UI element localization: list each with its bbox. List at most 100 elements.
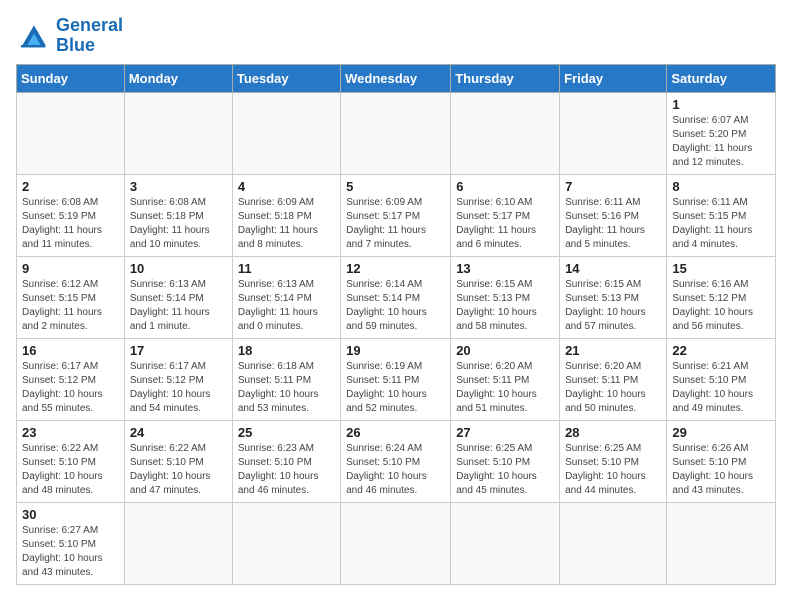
day-info: Sunrise: 6:10 AM Sunset: 5:17 PM Dayligh…	[456, 196, 554, 252]
day-info: Sunrise: 6:13 AM Sunset: 5:14 PM Dayligh…	[130, 278, 227, 334]
logo-blue: Blue	[56, 35, 95, 55]
day-info: Sunrise: 6:23 AM Sunset: 5:10 PM Dayligh…	[238, 442, 335, 498]
calendar-cell: 16 Sunrise: 6:17 AM Sunset: 5:12 PM Dayli…	[17, 338, 125, 420]
calendar-week-4: 16 Sunrise: 6:17 AM Sunset: 5:12 PM Dayli…	[17, 338, 776, 420]
day-info: Sunrise: 6:08 AM Sunset: 5:19 PM Dayligh…	[22, 196, 119, 252]
calendar-cell: 22 Sunrise: 6:21 AM Sunset: 5:10 PM Dayli…	[667, 338, 776, 420]
calendar-cell: 28 Sunrise: 6:25 AM Sunset: 5:10 PM Dayli…	[560, 420, 667, 502]
calendar-cell	[232, 92, 340, 174]
day-number: 24	[130, 425, 227, 440]
day-number: 9	[22, 261, 119, 276]
day-number: 22	[672, 343, 770, 358]
day-info: Sunrise: 6:22 AM Sunset: 5:10 PM Dayligh…	[130, 442, 227, 498]
day-info: Sunrise: 6:08 AM Sunset: 5:18 PM Dayligh…	[130, 196, 227, 252]
day-info: Sunrise: 6:09 AM Sunset: 5:18 PM Dayligh…	[238, 196, 335, 252]
calendar-cell	[232, 502, 340, 584]
day-number: 6	[456, 179, 554, 194]
day-info: Sunrise: 6:16 AM Sunset: 5:12 PM Dayligh…	[672, 278, 770, 334]
day-header-monday: Monday	[124, 64, 232, 92]
day-info: Sunrise: 6:12 AM Sunset: 5:15 PM Dayligh…	[22, 278, 119, 334]
day-number: 20	[456, 343, 554, 358]
day-number: 10	[130, 261, 227, 276]
day-info: Sunrise: 6:15 AM Sunset: 5:13 PM Dayligh…	[565, 278, 661, 334]
calendar-cell	[17, 92, 125, 174]
day-number: 15	[672, 261, 770, 276]
calendar-cell	[560, 92, 667, 174]
logo-icon	[16, 22, 52, 50]
calendar-cell	[451, 92, 560, 174]
day-number: 4	[238, 179, 335, 194]
calendar-week-2: 2 Sunrise: 6:08 AM Sunset: 5:19 PM Daylig…	[17, 174, 776, 256]
calendar-cell: 27 Sunrise: 6:25 AM Sunset: 5:10 PM Dayli…	[451, 420, 560, 502]
day-info: Sunrise: 6:14 AM Sunset: 5:14 PM Dayligh…	[346, 278, 445, 334]
day-info: Sunrise: 6:07 AM Sunset: 5:20 PM Dayligh…	[672, 114, 770, 170]
day-number: 14	[565, 261, 661, 276]
day-info: Sunrise: 6:27 AM Sunset: 5:10 PM Dayligh…	[22, 524, 119, 580]
calendar-cell: 5 Sunrise: 6:09 AM Sunset: 5:17 PM Daylig…	[341, 174, 451, 256]
day-number: 2	[22, 179, 119, 194]
day-header-thursday: Thursday	[451, 64, 560, 92]
logo-text: General Blue	[56, 16, 123, 56]
calendar-week-1: 1Sunrise: 6:07 AM Sunset: 5:20 PM Daylig…	[17, 92, 776, 174]
calendar-week-6: 30 Sunrise: 6:27 AM Sunset: 5:10 PM Dayli…	[17, 502, 776, 584]
calendar-cell	[451, 502, 560, 584]
day-info: Sunrise: 6:11 AM Sunset: 5:16 PM Dayligh…	[565, 196, 661, 252]
day-info: Sunrise: 6:21 AM Sunset: 5:10 PM Dayligh…	[672, 360, 770, 416]
calendar-cell: 30 Sunrise: 6:27 AM Sunset: 5:10 PM Dayli…	[17, 502, 125, 584]
calendar-cell: 24 Sunrise: 6:22 AM Sunset: 5:10 PM Dayli…	[124, 420, 232, 502]
calendar-cell: 4 Sunrise: 6:09 AM Sunset: 5:18 PM Daylig…	[232, 174, 340, 256]
day-number: 8	[672, 179, 770, 194]
day-number: 5	[346, 179, 445, 194]
day-info: Sunrise: 6:11 AM Sunset: 5:15 PM Dayligh…	[672, 196, 770, 252]
day-info: Sunrise: 6:18 AM Sunset: 5:11 PM Dayligh…	[238, 360, 335, 416]
calendar-cell: 1Sunrise: 6:07 AM Sunset: 5:20 PM Daylig…	[667, 92, 776, 174]
calendar-cell: 21Sunrise: 6:20 AM Sunset: 5:11 PM Dayli…	[560, 338, 667, 420]
calendar-week-5: 23 Sunrise: 6:22 AM Sunset: 5:10 PM Dayli…	[17, 420, 776, 502]
calendar-cell: 17Sunrise: 6:17 AM Sunset: 5:12 PM Dayli…	[124, 338, 232, 420]
day-info: Sunrise: 6:26 AM Sunset: 5:10 PM Dayligh…	[672, 442, 770, 498]
day-number: 16	[22, 343, 119, 358]
calendar-cell: 20Sunrise: 6:20 AM Sunset: 5:11 PM Dayli…	[451, 338, 560, 420]
day-number: 27	[456, 425, 554, 440]
day-header-sunday: Sunday	[17, 64, 125, 92]
calendar-cell: 25Sunrise: 6:23 AM Sunset: 5:10 PM Dayli…	[232, 420, 340, 502]
calendar-cell: 14 Sunrise: 6:15 AM Sunset: 5:13 PM Dayli…	[560, 256, 667, 338]
day-info: Sunrise: 6:25 AM Sunset: 5:10 PM Dayligh…	[456, 442, 554, 498]
page-header: General Blue	[16, 16, 776, 56]
day-number: 11	[238, 261, 335, 276]
day-number: 13	[456, 261, 554, 276]
calendar: SundayMondayTuesdayWednesdayThursdayFrid…	[16, 64, 776, 585]
day-number: 23	[22, 425, 119, 440]
calendar-cell	[124, 502, 232, 584]
day-info: Sunrise: 6:22 AM Sunset: 5:10 PM Dayligh…	[22, 442, 119, 498]
calendar-cell: 11 Sunrise: 6:13 AM Sunset: 5:14 PM Dayli…	[232, 256, 340, 338]
day-info: Sunrise: 6:09 AM Sunset: 5:17 PM Dayligh…	[346, 196, 445, 252]
day-number: 3	[130, 179, 227, 194]
day-info: Sunrise: 6:25 AM Sunset: 5:10 PM Dayligh…	[565, 442, 661, 498]
day-header-wednesday: Wednesday	[341, 64, 451, 92]
calendar-cell: 13Sunrise: 6:15 AM Sunset: 5:13 PM Dayli…	[451, 256, 560, 338]
day-number: 28	[565, 425, 661, 440]
calendar-cell	[124, 92, 232, 174]
calendar-cell: 26Sunrise: 6:24 AM Sunset: 5:10 PM Dayli…	[341, 420, 451, 502]
day-number: 7	[565, 179, 661, 194]
calendar-cell: 3 Sunrise: 6:08 AM Sunset: 5:18 PM Daylig…	[124, 174, 232, 256]
day-number: 30	[22, 507, 119, 522]
day-header-friday: Friday	[560, 64, 667, 92]
day-info: Sunrise: 6:13 AM Sunset: 5:14 PM Dayligh…	[238, 278, 335, 334]
day-info: Sunrise: 6:17 AM Sunset: 5:12 PM Dayligh…	[130, 360, 227, 416]
logo: General Blue	[16, 16, 123, 56]
calendar-cell	[341, 92, 451, 174]
calendar-cell	[667, 502, 776, 584]
day-info: Sunrise: 6:24 AM Sunset: 5:10 PM Dayligh…	[346, 442, 445, 498]
calendar-week-3: 9 Sunrise: 6:12 AM Sunset: 5:15 PM Daylig…	[17, 256, 776, 338]
calendar-cell	[341, 502, 451, 584]
calendar-header-row: SundayMondayTuesdayWednesdayThursdayFrid…	[17, 64, 776, 92]
day-info: Sunrise: 6:17 AM Sunset: 5:12 PM Dayligh…	[22, 360, 119, 416]
calendar-cell: 19Sunrise: 6:19 AM Sunset: 5:11 PM Dayli…	[341, 338, 451, 420]
calendar-cell: 10 Sunrise: 6:13 AM Sunset: 5:14 PM Dayli…	[124, 256, 232, 338]
day-number: 12	[346, 261, 445, 276]
calendar-cell: 9 Sunrise: 6:12 AM Sunset: 5:15 PM Daylig…	[17, 256, 125, 338]
logo-general: General	[56, 15, 123, 35]
day-number: 29	[672, 425, 770, 440]
